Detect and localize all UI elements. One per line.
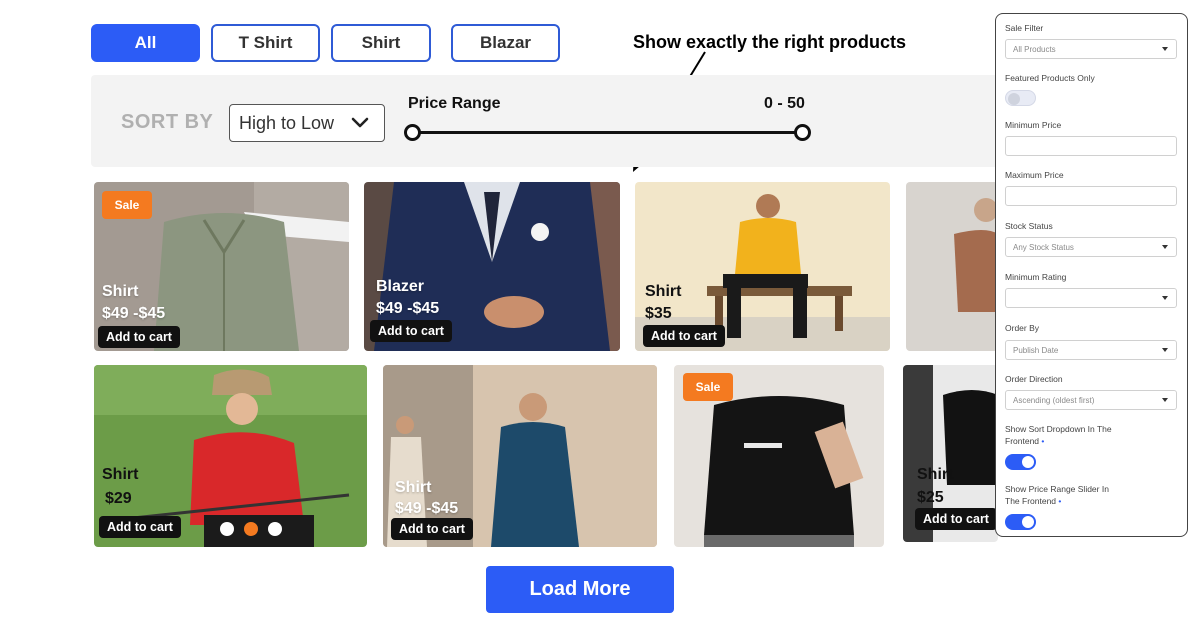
add-to-cart-button[interactable]: Add to cart <box>643 325 725 347</box>
product-card[interactable]: Blazer $49 -$45 Add to cart <box>364 182 620 351</box>
product-card[interactable]: Sale Shirt $49 -$45 Add to cart <box>94 182 349 351</box>
caret-down-icon <box>1162 296 1168 300</box>
tab-blazar[interactable]: Blazar <box>451 24 560 62</box>
add-to-cart-button[interactable]: Add to cart <box>98 326 180 348</box>
product-price: $49 -$45 <box>395 500 459 517</box>
product-card[interactable]: Shirt $35 Add to cart <box>635 182 890 351</box>
product-card[interactable]: Shirt $25 Add to cart <box>903 365 998 542</box>
product-card[interactable]: Shirt $49 -$45 Add to cart <box>383 365 657 547</box>
min-price-label: Minimum Price <box>1005 120 1062 130</box>
add-to-cart-button[interactable]: Add to cart <box>391 518 473 540</box>
caret-down-icon <box>1162 47 1168 51</box>
order-by-select[interactable]: Publish Date <box>1005 340 1177 360</box>
carousel-dot[interactable] <box>268 522 282 536</box>
toggle-knob <box>1022 516 1034 528</box>
order-direction-select[interactable]: Ascending (oldest first) <box>1005 390 1177 410</box>
order-by-label: Order By <box>1005 323 1040 333</box>
product-title: Shirt <box>102 466 139 483</box>
price-slider-min-handle[interactable] <box>404 124 421 141</box>
product-price: $25 <box>917 489 944 506</box>
carousel-dot[interactable] <box>220 522 234 536</box>
product-card[interactable]: Shirt $29 Add to cart <box>94 365 367 547</box>
product-title: Shirt <box>917 466 954 483</box>
sale-filter-label: Sale Filter <box>1005 23 1044 33</box>
tab-t-shirt[interactable]: T Shirt <box>211 24 320 62</box>
price-range-value: 0 - 50 <box>764 95 805 112</box>
toggle-knob <box>1008 93 1020 105</box>
add-to-cart-button[interactable]: Add to cart <box>99 516 181 538</box>
product-title: Shirt <box>102 283 139 300</box>
tab-shirt[interactable]: Shirt <box>331 24 431 62</box>
price-slider-toggle[interactable] <box>1005 514 1036 530</box>
sort-by-label: SORT BY <box>121 111 214 133</box>
price-slider-max-handle[interactable] <box>794 124 811 141</box>
product-card[interactable]: Sale <box>674 365 884 547</box>
sort-dropdown[interactable]: High to Low <box>229 104 385 142</box>
add-to-cart-button[interactable]: Add to cart <box>915 508 997 530</box>
product-price: $29 <box>105 490 132 507</box>
sale-filter-value: All Products <box>1013 44 1056 54</box>
caret-down-icon <box>1162 245 1168 249</box>
required-mark: • <box>1058 496 1062 506</box>
settings-panel: Sale Filter All Products Featured Produc… <box>995 13 1188 537</box>
featured-toggle[interactable] <box>1005 90 1036 106</box>
product-price: $49 -$45 <box>376 300 440 317</box>
max-price-label: Maximum Price <box>1005 170 1064 180</box>
product-card[interactable] <box>906 182 998 351</box>
carousel-dots <box>220 522 282 536</box>
stock-status-label: Stock Status <box>1005 221 1053 231</box>
tab-all[interactable]: All <box>91 24 200 62</box>
price-slider-setting-label: Show Price Range Slider In The Frontend … <box>1005 484 1109 506</box>
stock-status-value: Any Stock Status <box>1013 242 1074 252</box>
chevron-down-icon <box>351 117 369 128</box>
caret-down-icon <box>1162 398 1168 402</box>
order-direction-value: Ascending (oldest first) <box>1013 395 1095 405</box>
required-mark: • <box>1041 436 1045 446</box>
min-rating-select[interactable] <box>1005 288 1177 308</box>
product-title: Shirt <box>645 283 682 300</box>
order-direction-label: Order Direction <box>1005 374 1063 384</box>
featured-label: Featured Products Only <box>1005 73 1095 83</box>
price-slider-track[interactable] <box>412 131 804 134</box>
max-price-input[interactable] <box>1005 186 1177 206</box>
sale-filter-select[interactable]: All Products <box>1005 39 1177 59</box>
sort-dropdown-setting-label: Show Sort Dropdown In The Frontend • <box>1005 424 1112 446</box>
product-image-brown-tshirt <box>906 182 998 351</box>
carousel-dot-active[interactable] <box>244 522 258 536</box>
price-range-label: Price Range <box>408 95 501 112</box>
sort-selected-value: High to Low <box>239 112 335 133</box>
sort-dropdown-toggle[interactable] <box>1005 454 1036 470</box>
load-more-button[interactable]: Load More <box>486 566 674 613</box>
toggle-knob <box>1022 456 1034 468</box>
min-rating-label: Minimum Rating <box>1005 272 1067 282</box>
min-price-input[interactable] <box>1005 136 1177 156</box>
add-to-cart-button[interactable]: Add to cart <box>370 320 452 342</box>
product-title: Shirt <box>395 479 432 496</box>
order-by-value: Publish Date <box>1013 345 1059 355</box>
product-title: Blazer <box>376 278 425 295</box>
product-price: $35 <box>645 305 672 322</box>
sale-badge: Sale <box>102 191 152 219</box>
stock-status-select[interactable]: Any Stock Status <box>1005 237 1177 257</box>
product-price: $49 -$45 <box>102 305 166 322</box>
sale-badge: Sale <box>683 373 733 401</box>
caret-down-icon <box>1162 348 1168 352</box>
